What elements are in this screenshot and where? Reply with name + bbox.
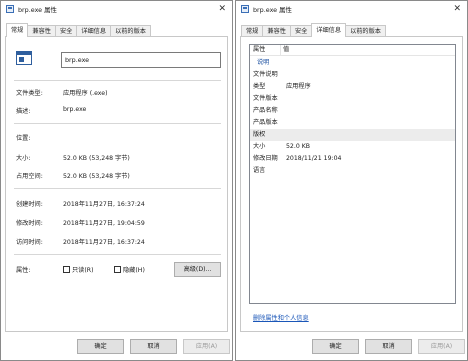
file-type-label: 文件类型:	[16, 90, 43, 97]
disk-size-label: 占用空间:	[16, 173, 43, 180]
apply-button[interactable]: 应用(A)	[183, 339, 230, 354]
location-label: 位置:	[16, 135, 31, 142]
list-group-description[interactable]: 说明	[250, 57, 455, 69]
remove-properties-link[interactable]: 删除属性和个人信息	[253, 313, 309, 322]
divider	[14, 123, 221, 124]
list-header: 属性 值	[250, 45, 455, 56]
column-value[interactable]: 值	[283, 45, 289, 55]
accessed-value: 2018年11月27日, 16:37:24	[63, 239, 145, 246]
tab-details[interactable]: 详细信息	[311, 23, 347, 37]
filename-field[interactable]: brp.exe	[61, 52, 221, 68]
hidden-checkbox[interactable]	[114, 266, 121, 273]
modified-value: 2018年11月27日, 19:04:59	[63, 220, 145, 227]
row-key: 产品版本	[253, 119, 278, 126]
accessed-label: 访问时间:	[16, 239, 43, 246]
apply-button[interactable]: 应用(A)	[418, 339, 465, 354]
row-key: 语言	[253, 167, 266, 174]
close-icon[interactable]: ✕	[453, 3, 461, 15]
divider	[14, 254, 221, 255]
cancel-button[interactable]: 取消	[365, 339, 412, 354]
row-key: 说明	[257, 59, 270, 66]
list-item[interactable]: 文件版本	[250, 93, 455, 105]
row-key: 修改日期	[253, 155, 278, 162]
disk-size-value: 52.0 KB (53,248 字节)	[63, 173, 130, 180]
row-value: 应用程序	[286, 83, 311, 90]
app-icon	[241, 5, 249, 13]
size-label: 大小:	[16, 155, 31, 162]
list-item[interactable]: 产品版本	[250, 117, 455, 129]
list-item[interactable]: 版权	[250, 129, 455, 141]
close-icon[interactable]: ✕	[218, 3, 226, 15]
properties-window-general: brp.exe 属性 ✕ 常规 兼容性 安全 详细信息 以前的版本 brp.ex…	[0, 0, 233, 361]
size-value: 52.0 KB (53,248 字节)	[63, 155, 130, 162]
tab-strip: 常规 兼容性 安全 详细信息 以前的版本	[241, 23, 386, 37]
window-title: brp.exe 属性	[253, 6, 292, 14]
list-item[interactable]: 语言	[250, 165, 455, 177]
divider	[14, 188, 221, 189]
row-key: 大小	[253, 143, 266, 150]
details-panel: 属性 值 说明 文件说明 类型 应用程序 文件版本 产品名称 产品版本 版权 大…	[240, 36, 463, 332]
row-key: 文件版本	[253, 95, 278, 102]
file-type-value: 应用程序 (.exe)	[63, 90, 108, 97]
list-item[interactable]: 大小 52.0 KB	[250, 141, 455, 153]
tab-strip: 常规 兼容性 安全 详细信息 以前的版本	[6, 23, 151, 37]
row-key: 版权	[253, 131, 266, 138]
general-panel: brp.exe 文件类型: 应用程序 (.exe) 描述: brp.exe 位置…	[5, 36, 228, 332]
list-item[interactable]: 产品名称	[250, 105, 455, 117]
list-item[interactable]: 文件说明	[250, 69, 455, 81]
advanced-button[interactable]: 高级(D)...	[174, 262, 221, 277]
ok-button[interactable]: 确定	[77, 339, 124, 354]
title-bar: brp.exe 属性 ✕	[1, 1, 232, 18]
details-list[interactable]: 属性 值 说明 文件说明 类型 应用程序 文件版本 产品名称 产品版本 版权 大…	[249, 44, 456, 304]
tab-general[interactable]: 常规	[6, 23, 29, 37]
description-value: brp.exe	[63, 106, 87, 113]
list-item[interactable]: 修改日期 2018/11/21 19:04	[250, 153, 455, 165]
hidden-label[interactable]: 隐藏(H)	[123, 265, 145, 274]
row-key: 类型	[253, 83, 266, 90]
properties-window-details: brp.exe 属性 ✕ 常规 兼容性 安全 详细信息 以前的版本 属性 值 说…	[235, 0, 468, 361]
readonly-label[interactable]: 只读(R)	[72, 265, 94, 274]
title-bar: brp.exe 属性 ✕	[236, 1, 467, 18]
modified-label: 修改时间:	[16, 220, 43, 227]
cancel-button[interactable]: 取消	[130, 339, 177, 354]
window-title: brp.exe 属性	[18, 6, 57, 14]
row-value: 2018/11/21 19:04	[286, 155, 342, 162]
ok-button[interactable]: 确定	[312, 339, 359, 354]
exe-file-icon	[16, 51, 32, 67]
row-key: 文件说明	[253, 71, 278, 78]
app-icon	[6, 5, 14, 13]
readonly-checkbox[interactable]	[63, 266, 70, 273]
row-key: 产品名称	[253, 107, 278, 114]
created-value: 2018年11月27日, 16:37:24	[63, 201, 145, 208]
description-label: 描述:	[16, 108, 31, 115]
created-label: 创建时间:	[16, 201, 43, 208]
divider	[14, 80, 221, 81]
column-property[interactable]: 属性	[250, 45, 281, 55]
row-value: 52.0 KB	[286, 143, 311, 150]
attributes-label: 属性:	[16, 267, 31, 274]
list-item[interactable]: 类型 应用程序	[250, 81, 455, 93]
